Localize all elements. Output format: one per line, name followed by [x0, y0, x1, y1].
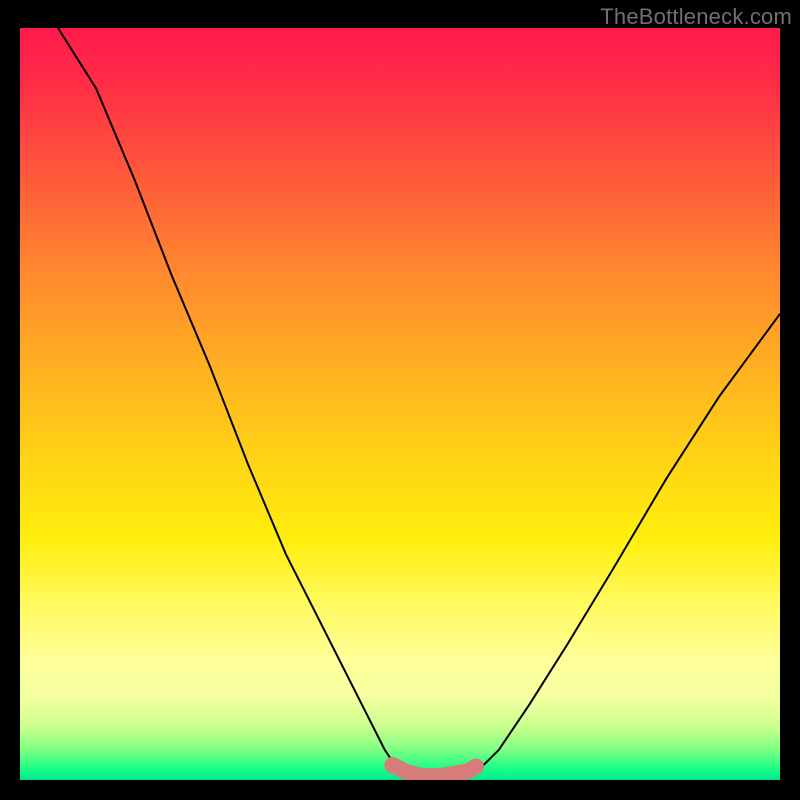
left-arm-curve: [58, 28, 400, 773]
chart-svg: [20, 28, 780, 780]
watermark-text: TheBottleneck.com: [600, 4, 792, 30]
chart-frame: TheBottleneck.com: [0, 0, 800, 800]
valley-highlight-curve: [392, 765, 476, 776]
plot-area: [20, 28, 780, 780]
right-arm-curve: [476, 314, 780, 773]
